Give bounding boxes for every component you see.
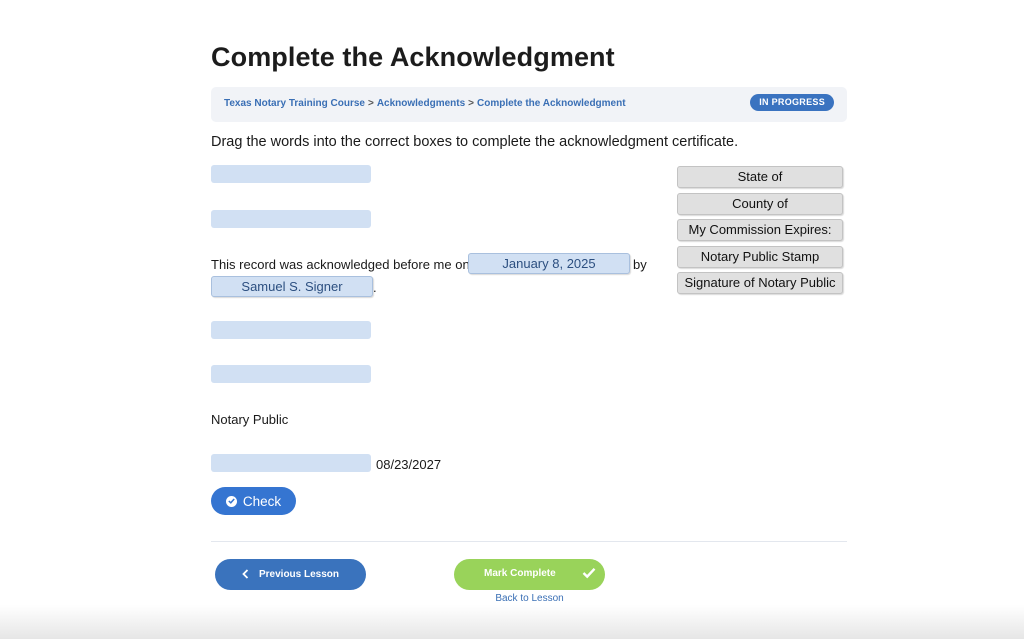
notary-public-label: Notary Public bbox=[211, 412, 289, 427]
drop-zone-commission[interactable] bbox=[211, 454, 371, 472]
drop-zone-county[interactable] bbox=[211, 210, 371, 228]
check-circle-icon bbox=[225, 495, 237, 507]
chevron-left-icon bbox=[242, 568, 249, 582]
drop-zone-date-filled[interactable]: January 8, 2025 bbox=[468, 253, 630, 274]
breadcrumb-separator: > bbox=[367, 98, 374, 109]
breadcrumb: Texas Notary Training Course > Acknowledgm… bbox=[224, 98, 626, 109]
word-notary-signature[interactable]: Signature of Notary Public bbox=[677, 272, 843, 294]
mark-complete-button[interactable]: Mark Complete bbox=[454, 559, 605, 590]
word-state-of[interactable]: State of bbox=[677, 166, 843, 188]
drop-zone-state[interactable] bbox=[211, 165, 371, 183]
word-bank: State of County of My Commission Expires… bbox=[677, 166, 843, 299]
checkmark-icon bbox=[582, 567, 596, 582]
previous-lesson-button[interactable]: Previous Lesson bbox=[215, 559, 366, 590]
back-to-lesson-link[interactable]: Back to Lesson bbox=[454, 593, 605, 604]
check-button[interactable]: Check bbox=[211, 487, 296, 515]
by-text: by bbox=[633, 257, 647, 272]
previous-lesson-label: Previous Lesson bbox=[258, 569, 340, 580]
check-button-label: Check bbox=[242, 493, 282, 509]
breadcrumb-item-course[interactable]: Texas Notary Training Course bbox=[224, 98, 365, 109]
mark-complete-label: Mark Complete bbox=[484, 568, 556, 579]
breadcrumb-item-acknowledgments[interactable]: Acknowledgments bbox=[377, 98, 465, 109]
acknowledgment-sentence: This record was acknowledged before me o… bbox=[211, 257, 470, 272]
drop-zone-stamp[interactable] bbox=[211, 365, 371, 383]
word-notary-stamp[interactable]: Notary Public Stamp bbox=[677, 245, 843, 268]
breadcrumb-item-current[interactable]: Complete the Acknowledgment bbox=[477, 98, 626, 109]
breadcrumb-separator: > bbox=[468, 98, 475, 109]
commission-date: 08/23/2027 bbox=[376, 457, 442, 472]
period-text: . bbox=[373, 280, 377, 295]
divider bbox=[211, 541, 847, 542]
bottom-fade bbox=[0, 605, 1024, 639]
instructions-text: Drag the words into the correct boxes to… bbox=[211, 134, 739, 150]
page-title: Complete the Acknowledgment bbox=[211, 42, 615, 72]
breadcrumb-bar: Texas Notary Training Course > Acknowledgm… bbox=[211, 87, 847, 122]
status-badge: IN PROGRESS bbox=[750, 94, 834, 111]
drop-zone-signature[interactable] bbox=[211, 321, 371, 339]
word-county-of[interactable]: County of bbox=[677, 192, 843, 215]
word-commission-expires[interactable]: My Commission Expires: bbox=[677, 219, 843, 241]
drop-zone-signer-filled[interactable]: Samuel S. Signer bbox=[211, 276, 373, 297]
